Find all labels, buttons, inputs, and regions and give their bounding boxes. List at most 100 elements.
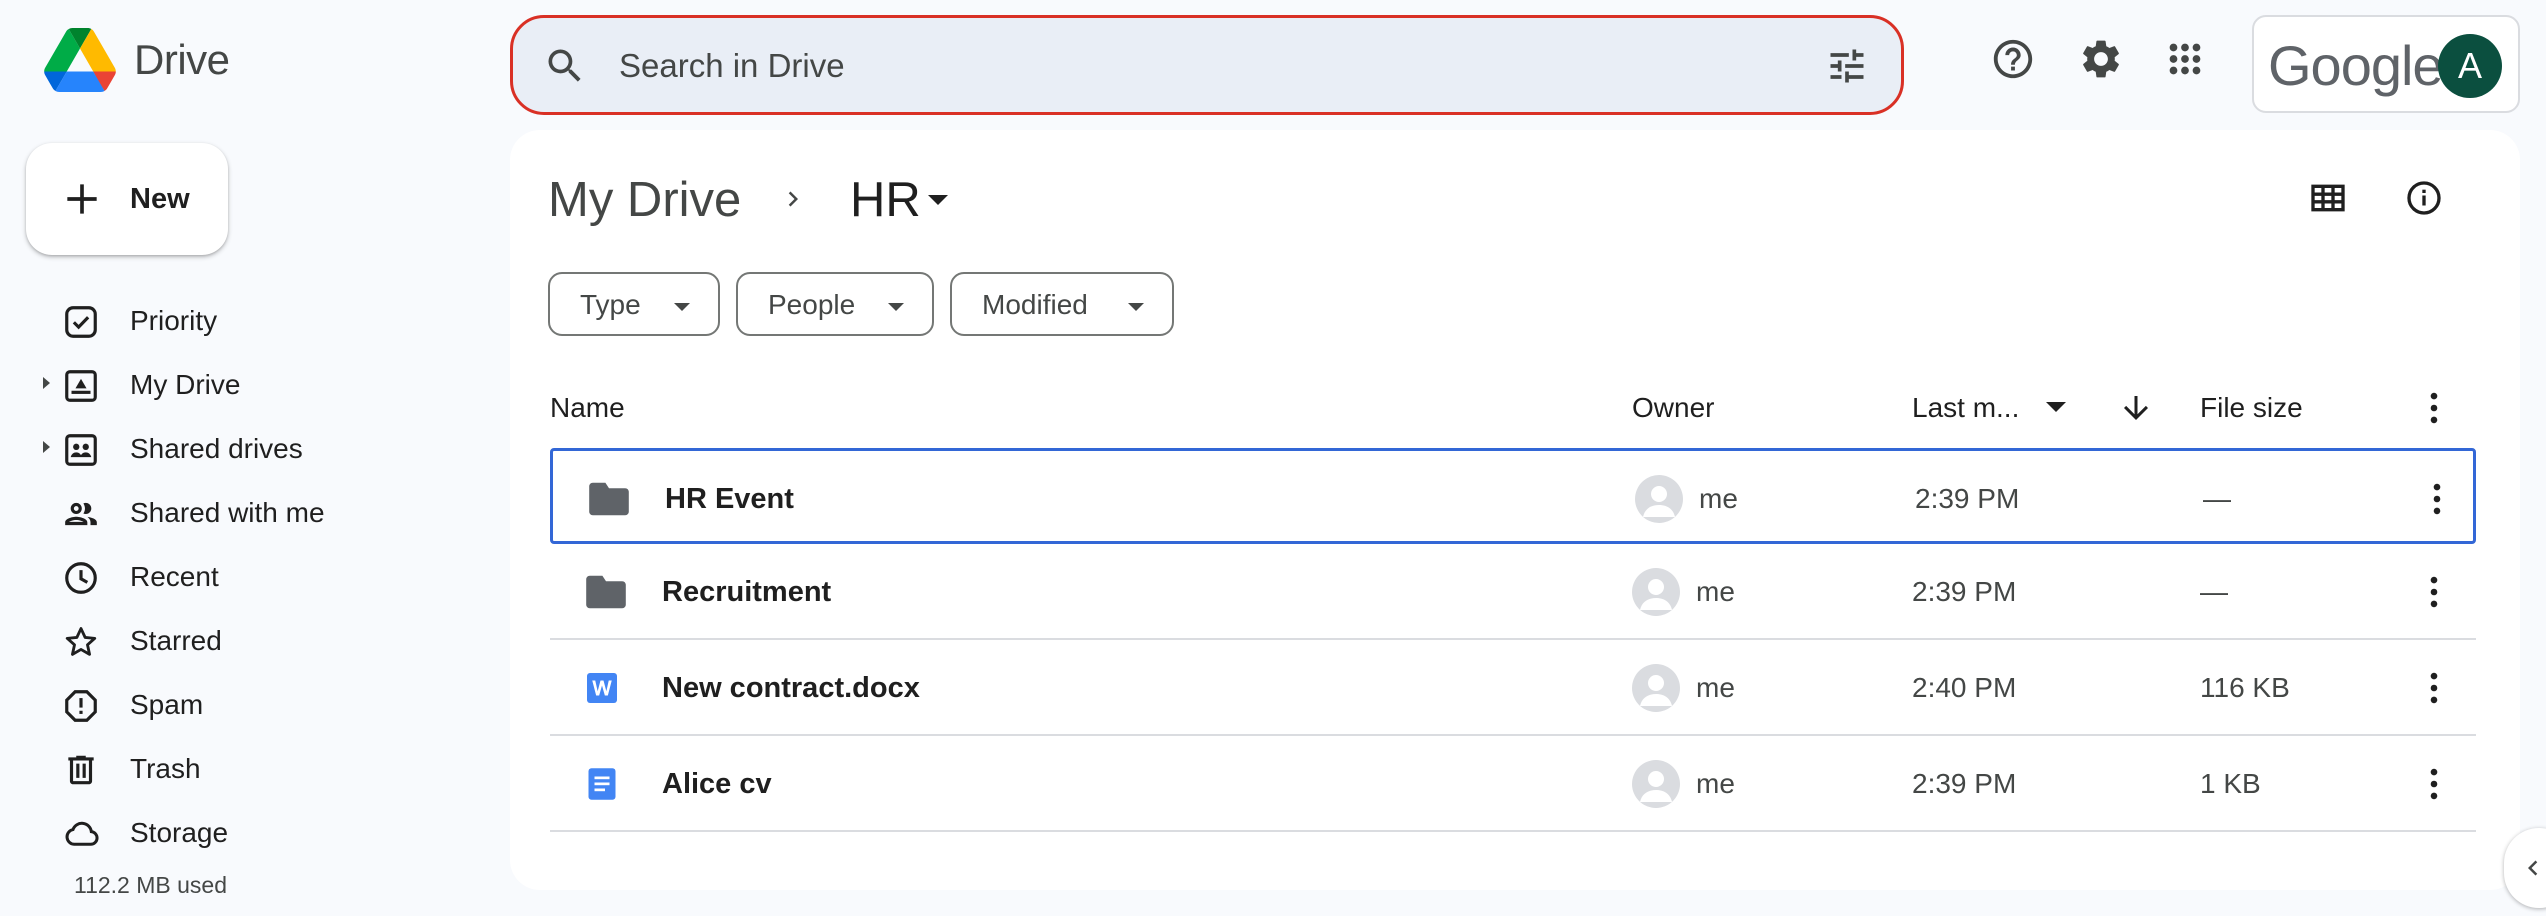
more-actions-icon[interactable] [2412, 762, 2456, 806]
column-header-name[interactable]: Name [550, 392, 625, 424]
owner-name: me [1696, 768, 1735, 799]
trash-icon [62, 751, 100, 789]
file-name: New contract.docx [662, 672, 920, 704]
people-filter-label: People [768, 289, 856, 320]
clock-icon [62, 559, 100, 597]
sidebar-item-label: Starred [130, 625, 222, 656]
modified-filter-label: Modified [982, 289, 1088, 320]
column-header-owner[interactable]: Owner [1632, 392, 1714, 424]
sidebar-item-label: Trash [130, 753, 201, 784]
file-name: Recruitment [662, 576, 832, 608]
drive-logo-icon [44, 28, 116, 92]
type-filter-chip[interactable]: Type [548, 272, 720, 336]
storage-used-text: 112.2 MB used [74, 872, 228, 898]
shared-drives-icon [62, 431, 100, 469]
sidebar-item-priority[interactable]: Priority [0, 291, 480, 347]
settings-gear-icon[interactable] [2078, 36, 2124, 82]
last-modified: 2:39 PM [1915, 483, 2020, 514]
account-switcher[interactable]: Google A [2252, 15, 2520, 113]
my-drive-icon [62, 367, 100, 405]
file-size: 116 KB [2200, 672, 2290, 703]
new-button-label: New [130, 183, 190, 215]
apps-grid-icon[interactable] [2162, 36, 2208, 82]
last-modified: 2:39 PM [1912, 576, 2017, 607]
folder-menu-caret-icon[interactable] [928, 195, 948, 205]
sidebar-item-label: Storage [130, 817, 229, 848]
folder-icon [584, 574, 628, 610]
sort-direction-arrow-icon[interactable] [2118, 390, 2154, 426]
drive-logo[interactable]: Drive [44, 28, 230, 92]
owner-avatar-icon [1632, 568, 1680, 616]
owner-avatar-icon [1635, 475, 1683, 523]
last-modified: 2:40 PM [1912, 672, 2017, 703]
table-row[interactable]: HR Event me 2:39 PM — [550, 448, 2476, 544]
sidebar-item-shared-drives[interactable]: Shared drives [0, 419, 480, 475]
people-filter-chip[interactable]: People [736, 272, 934, 336]
people-icon [62, 495, 100, 533]
expand-caret-icon[interactable] [43, 377, 50, 389]
owner-avatar-icon [1632, 760, 1680, 808]
google-wordmark: Google [2268, 34, 2444, 97]
file-size: 1 KB [2200, 768, 2261, 799]
help-icon[interactable] [1990, 36, 2036, 82]
more-actions-icon[interactable] [2412, 666, 2456, 710]
table-row[interactable]: Recruitment me 2:39 PM — [550, 544, 2476, 640]
google-doc-icon [584, 766, 620, 802]
sidebar-item-label: Recent [130, 561, 219, 592]
grid-view-icon[interactable] [2308, 178, 2348, 218]
sidebar-item-label: Shared with me [130, 497, 325, 528]
chevron-left-icon [2518, 852, 2546, 884]
sidebar-item-my-drive[interactable]: My Drive [0, 355, 480, 411]
new-button[interactable]: New [26, 143, 228, 255]
search-options-icon[interactable] [1825, 44, 1869, 88]
column-header-last-modified[interactable]: Last m... [1912, 392, 2019, 424]
folder-icon [587, 481, 631, 517]
sidebar-item-label: Spam [130, 689, 204, 720]
sidebar-item-recent[interactable]: Recent [0, 547, 480, 603]
more-actions-icon[interactable] [2412, 570, 2456, 614]
account-avatar[interactable]: A [2438, 34, 2502, 98]
sidebar-item-label: My Drive [130, 369, 241, 400]
cloud-icon [62, 815, 102, 853]
file-size: — [2203, 483, 2231, 514]
breadcrumb-my-drive[interactable]: My Drive [548, 172, 741, 228]
column-options-more-icon[interactable] [2412, 386, 2456, 430]
spam-icon [62, 687, 100, 725]
file-size: — [2200, 576, 2228, 607]
details-info-icon[interactable] [2404, 178, 2444, 218]
table-row[interactable]: Alice cv me 2:39 PM 1 KB [550, 736, 2476, 832]
chevron-down-icon [888, 303, 904, 311]
sidebar-item-label: Shared drives [130, 433, 303, 464]
table-row[interactable]: New contract.docx me 2:40 PM 116 KB [550, 640, 2476, 736]
chevron-down-icon [674, 303, 690, 311]
sidebar-item-trash[interactable]: Trash [0, 739, 480, 795]
search-icon[interactable] [543, 44, 587, 88]
more-actions-icon[interactable] [2415, 477, 2459, 521]
plus-icon [60, 177, 104, 221]
app-name: Drive [134, 36, 230, 83]
sidebar-item-shared-with-me[interactable]: Shared with me [0, 483, 480, 539]
breadcrumb-current-folder[interactable]: HR [850, 172, 921, 228]
sidebar-item-spam[interactable]: Spam [0, 675, 480, 731]
sidebar-item-storage[interactable]: Storage [0, 803, 480, 859]
owner-name: me [1696, 672, 1735, 703]
breadcrumb-chevron-icon [778, 184, 808, 214]
search-input[interactable] [619, 38, 1769, 94]
modified-filter-chip[interactable]: Modified [950, 272, 1174, 336]
last-modified: 2:39 PM [1912, 768, 2017, 799]
priority-icon [62, 303, 100, 341]
star-icon [62, 623, 100, 661]
file-name: Alice cv [662, 768, 772, 800]
chevron-down-icon [1128, 303, 1144, 311]
search-bar[interactable] [510, 15, 1904, 115]
column-header-file-size[interactable]: File size [2200, 392, 2303, 424]
owner-name: me [1696, 576, 1735, 607]
expand-caret-icon[interactable] [43, 441, 50, 453]
sidebar-item-label: Priority [130, 305, 218, 336]
type-filter-label: Type [580, 289, 641, 320]
sort-field-caret-icon[interactable] [2046, 402, 2066, 412]
owner-avatar-icon [1632, 664, 1680, 712]
file-name: HR Event [665, 483, 794, 515]
sidebar-item-starred[interactable]: Starred [0, 611, 480, 667]
owner-name: me [1699, 483, 1738, 514]
